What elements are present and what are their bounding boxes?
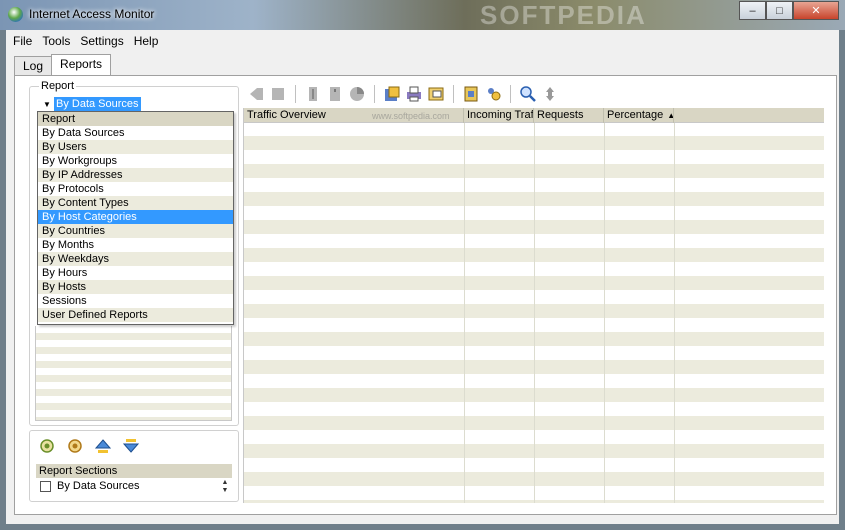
toolbar-separator	[453, 85, 454, 103]
maximize-button[interactable]: □	[766, 1, 793, 20]
toolbar-separator	[374, 85, 375, 103]
dropdown-item-highlighted[interactable]: By Host Categories	[38, 210, 233, 224]
bar-view-icon[interactable]	[326, 85, 344, 103]
grid-watermark: www.softpedia.com	[372, 111, 450, 121]
report-settings-icon[interactable]	[462, 85, 480, 103]
column-divider	[534, 123, 535, 503]
col-percentage-label: Percentage	[607, 109, 664, 121]
section-label: By Data Sources	[57, 480, 140, 492]
dropdown-item[interactable]: By Content Types	[38, 196, 233, 210]
report-sections-header: Report Sections	[36, 464, 232, 478]
stop-icon[interactable]	[269, 85, 287, 103]
column-divider	[464, 123, 465, 503]
toolbar-separator	[510, 85, 511, 103]
pie-chart-icon[interactable]	[348, 85, 366, 103]
dropdown-item[interactable]: By Protocols	[38, 182, 233, 196]
report-items-list[interactable]	[35, 326, 232, 421]
grid-header: Traffic Overview Incoming Traf Requests …	[244, 108, 824, 123]
users-icon[interactable]	[484, 85, 502, 103]
title-watermark: SOFTPEDIA	[480, 0, 647, 30]
col-requests[interactable]: Requests	[534, 108, 604, 123]
report-combobox[interactable]: ▼ By Data Sources	[39, 96, 233, 112]
chevron-down-icon[interactable]: ▼	[40, 100, 54, 109]
tab-reports[interactable]: Reports	[51, 54, 112, 76]
report-combobox-value: By Data Sources	[54, 97, 141, 111]
tab-log[interactable]: Log	[14, 56, 53, 76]
dropdown-item[interactable]: By Months	[38, 238, 233, 252]
dropdown-item[interactable]: Report	[38, 112, 233, 126]
app-globe-icon	[8, 7, 23, 22]
toolbar-separator	[295, 85, 296, 103]
move-up-icon[interactable]	[95, 438, 111, 454]
menu-help[interactable]: Help	[129, 31, 164, 51]
section-row[interactable]: By Data Sources	[36, 479, 232, 493]
expand-icon[interactable]	[541, 85, 559, 103]
dropdown-item[interactable]: User Defined Reports	[38, 308, 233, 322]
sections-toolbar	[39, 438, 139, 454]
dropdown-item[interactable]: By IP Addresses	[38, 168, 233, 182]
dropdown-item[interactable]: By Users	[38, 140, 233, 154]
dropdown-item[interactable]: By Weekdays	[38, 252, 233, 266]
report-toolbar	[247, 84, 559, 104]
dropdown-item[interactable]: By Hosts	[38, 280, 233, 294]
dropdown-item[interactable]: By Workgroups	[38, 154, 233, 168]
table-view-icon[interactable]	[304, 85, 322, 103]
export-icon[interactable]	[427, 85, 445, 103]
print-icon[interactable]	[405, 85, 423, 103]
select-all-icon[interactable]	[39, 438, 55, 454]
tab-strip: Log Reports	[14, 54, 112, 76]
sections-scrollbar[interactable]: ▲ ▼	[219, 479, 231, 497]
column-divider	[604, 123, 605, 503]
report-grid[interactable]: Traffic Overview Incoming Traf Requests …	[243, 108, 824, 503]
dropdown-item[interactable]: By Countries	[38, 224, 233, 238]
dropdown-item[interactable]: By Hours	[38, 266, 233, 280]
col-incoming-traffic[interactable]: Incoming Traf	[464, 108, 534, 123]
sort-ascending-icon: ▲	[667, 111, 673, 120]
menu-file[interactable]: File	[8, 31, 37, 51]
menu-settings[interactable]: Settings	[75, 31, 128, 51]
save-icon[interactable]	[383, 85, 401, 103]
close-button[interactable]: ✕	[793, 1, 839, 20]
minimize-button[interactable]: –	[739, 1, 766, 20]
title-bar: Internet Access Monitor SOFTPEDIA – □ ✕	[0, 0, 845, 30]
window-title: Internet Access Monitor	[29, 7, 155, 21]
back-icon[interactable]	[247, 85, 265, 103]
section-checkbox[interactable]	[40, 480, 51, 492]
dropdown-item[interactable]: Sessions	[38, 294, 233, 308]
dropdown-item[interactable]: By Data Sources	[38, 126, 233, 140]
report-label: Report	[39, 80, 77, 92]
menu-tools[interactable]: Tools	[37, 31, 75, 51]
zoom-icon[interactable]	[519, 85, 537, 103]
col-percentage[interactable]: Percentage▲	[604, 108, 674, 123]
menu-bar: File Tools Settings Help	[6, 30, 839, 52]
select-none-icon[interactable]	[67, 438, 83, 454]
column-divider	[674, 123, 675, 503]
report-dropdown-list[interactable]: Report By Data Sources By Users By Workg…	[37, 111, 234, 325]
reports-panel: Report ▼ By Data Sources Report By Data …	[14, 75, 837, 515]
move-down-icon[interactable]	[123, 438, 139, 454]
main-window: File Tools Settings Help Log Reports Rep…	[6, 30, 839, 524]
